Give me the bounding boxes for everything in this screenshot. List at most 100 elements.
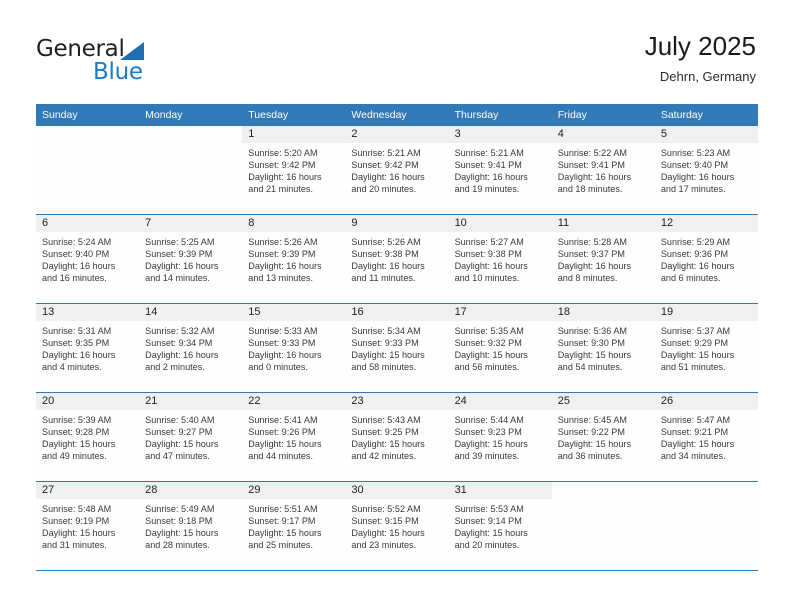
daylight-text-line1: Daylight: 15 hours	[454, 528, 528, 539]
daylight-text-line1: Daylight: 16 hours	[351, 172, 425, 183]
daylight-text-line1: Daylight: 16 hours	[248, 350, 322, 361]
calendar-day-cell[interactable]: 30 Sunrise: 5:52 AM Sunset: 9:15 PM Dayligh…	[345, 482, 449, 570]
calendar-day-cell[interactable]: 22 Sunrise: 5:41 AM Sunset: 9:26 PM Dayligh…	[242, 393, 346, 481]
day-number: 28	[139, 482, 243, 499]
sunset-text: Sunset: 9:38 PM	[351, 249, 419, 260]
calendar-day-cell[interactable]: 8 Sunrise: 5:26 AM Sunset: 9:39 PM Daylight…	[242, 215, 346, 303]
calendar-day-cell[interactable]: 27 Sunrise: 5:48 AM Sunset: 9:19 PM Dayligh…	[36, 482, 140, 570]
day-number: 23	[345, 393, 449, 410]
calendar-day-cell[interactable]: 28 Sunrise: 5:49 AM Sunset: 9:18 PM Dayligh…	[139, 482, 243, 570]
day-number: 24	[448, 393, 552, 410]
daylight-text-line1: Daylight: 16 hours	[351, 261, 425, 272]
calendar-day-cell[interactable]: 10 Sunrise: 5:27 AM Sunset: 9:38 PM Dayligh…	[448, 215, 552, 303]
sunrise-text: Sunrise: 5:21 AM	[454, 148, 524, 158]
sunset-text: Sunset: 9:33 PM	[351, 338, 419, 349]
daylight-text-line2: and 36 minutes.	[557, 451, 623, 462]
calendar-day-cell[interactable]: 31 Sunrise: 5:53 AM Sunset: 9:14 PM Dayligh…	[448, 482, 552, 570]
calendar-day-cell[interactable]: 19 Sunrise: 5:37 AM Sunset: 9:29 PM Dayligh…	[654, 304, 758, 392]
calendar-day-cell[interactable]: 24 Sunrise: 5:44 AM Sunset: 9:23 PM Dayligh…	[448, 393, 552, 481]
daylight-text-line1: Daylight: 15 hours	[248, 528, 322, 539]
day-number	[655, 482, 758, 499]
sunset-text: Sunset: 9:28 PM	[42, 427, 110, 438]
daylight-text-line2: and 21 minutes.	[248, 184, 313, 195]
weekday-header-monday: Monday	[139, 104, 243, 126]
day-details: Sunrise: 5:48 AM Sunset: 9:19 PM Daylight:…	[36, 499, 139, 551]
calendar-day-cell[interactable]: 13 Sunrise: 5:31 AM Sunset: 9:35 PM Dayligh…	[36, 304, 140, 392]
calendar-day-cell[interactable]: 3 Sunrise: 5:21 AM Sunset: 9:41 PM Daylight…	[448, 126, 552, 214]
day-number: 1	[242, 126, 346, 143]
day-details: Sunrise: 5:49 AM Sunset: 9:18 PM Daylight:…	[139, 499, 242, 551]
calendar-week-row: 20 Sunrise: 5:39 AM Sunset: 9:28 PM Dayligh…	[36, 393, 758, 482]
calendar-day-cell[interactable]: 23 Sunrise: 5:43 AM Sunset: 9:25 PM Dayligh…	[345, 393, 449, 481]
calendar-day-cell[interactable]: 1 Sunrise: 5:20 AM Sunset: 9:42 PM Daylight…	[242, 126, 346, 214]
daylight-text-line2: and 18 minutes.	[557, 184, 623, 195]
sunrise-text: Sunrise: 5:44 AM	[454, 415, 524, 425]
calendar-week-row: 27 Sunrise: 5:48 AM Sunset: 9:19 PM Dayligh…	[36, 482, 758, 571]
calendar-day-cell[interactable]: 9 Sunrise: 5:26 AM Sunset: 9:38 PM Daylight…	[345, 215, 449, 303]
calendar-day-cell[interactable]: 18 Sunrise: 5:36 AM Sunset: 9:30 PM Dayligh…	[551, 304, 655, 392]
calendar-day-cell[interactable]: 15 Sunrise: 5:33 AM Sunset: 9:33 PM Dayligh…	[242, 304, 346, 392]
calendar-day-cell-empty	[139, 126, 243, 214]
day-details	[655, 499, 758, 503]
sunrise-text: Sunrise: 5:52 AM	[351, 504, 421, 514]
sunset-text: Sunset: 9:14 PM	[454, 516, 522, 527]
day-number: 21	[139, 393, 243, 410]
day-details: Sunrise: 5:26 AM Sunset: 9:38 PM Daylight:…	[345, 232, 448, 284]
day-number: 12	[654, 215, 758, 232]
weekday-header-sunday: Sunday	[36, 104, 140, 126]
day-details	[139, 143, 242, 147]
calendar-day-cell[interactable]: 11 Sunrise: 5:28 AM Sunset: 9:37 PM Dayligh…	[551, 215, 655, 303]
daylight-text-line1: Daylight: 16 hours	[557, 172, 631, 183]
daylight-text-line2: and 34 minutes.	[660, 451, 726, 462]
daylight-text-line2: and 20 minutes.	[351, 184, 417, 195]
sunset-text: Sunset: 9:17 PM	[248, 516, 316, 527]
sunrise-text: Sunrise: 5:33 AM	[248, 326, 318, 336]
day-number: 29	[242, 482, 346, 499]
sunrise-text: Sunrise: 5:49 AM	[145, 504, 215, 514]
daylight-text-line2: and 44 minutes.	[248, 451, 313, 462]
day-number: 7	[139, 215, 243, 232]
calendar-day-cell[interactable]: 7 Sunrise: 5:25 AM Sunset: 9:39 PM Daylight…	[139, 215, 243, 303]
daylight-text-line1: Daylight: 16 hours	[660, 261, 735, 272]
calendar-day-cell[interactable]: 12 Sunrise: 5:29 AM Sunset: 9:36 PM Dayligh…	[654, 215, 758, 303]
sunset-text: Sunset: 9:22 PM	[557, 427, 625, 438]
daylight-text-line1: Daylight: 15 hours	[42, 528, 116, 539]
calendar-day-cell[interactable]: 16 Sunrise: 5:34 AM Sunset: 9:33 PM Dayligh…	[345, 304, 449, 392]
calendar-day-cell[interactable]: 25 Sunrise: 5:45 AM Sunset: 9:22 PM Dayligh…	[551, 393, 655, 481]
sunset-text: Sunset: 9:21 PM	[660, 427, 729, 438]
calendar-day-cell[interactable]: 5 Sunrise: 5:23 AM Sunset: 9:40 PM Daylight…	[654, 126, 758, 214]
daylight-text-line2: and 31 minutes.	[42, 540, 107, 551]
sunset-text: Sunset: 9:39 PM	[248, 249, 316, 260]
page-header: General Blue July 2025 Dehrn, Germany	[0, 0, 792, 104]
calendar-day-cell[interactable]: 20 Sunrise: 5:39 AM Sunset: 9:28 PM Dayligh…	[36, 393, 140, 481]
calendar-day-cell[interactable]: 14 Sunrise: 5:32 AM Sunset: 9:34 PM Dayligh…	[139, 304, 243, 392]
sunset-text: Sunset: 9:18 PM	[145, 516, 213, 527]
daylight-text-line2: and 23 minutes.	[351, 540, 417, 551]
daylight-text-line2: and 0 minutes.	[248, 362, 308, 373]
sunrise-text: Sunrise: 5:51 AM	[248, 504, 318, 514]
daylight-text-line1: Daylight: 15 hours	[660, 439, 735, 450]
day-details: Sunrise: 5:26 AM Sunset: 9:39 PM Daylight:…	[242, 232, 345, 284]
sunset-text: Sunset: 9:38 PM	[454, 249, 522, 260]
calendar-day-cell[interactable]: 29 Sunrise: 5:51 AM Sunset: 9:17 PM Dayligh…	[242, 482, 346, 570]
calendar-day-cell[interactable]: 4 Sunrise: 5:22 AM Sunset: 9:41 PM Daylight…	[551, 126, 655, 214]
daylight-text-line2: and 13 minutes.	[248, 273, 313, 284]
day-number: 27	[36, 482, 140, 499]
day-number: 13	[36, 304, 140, 321]
daylight-text-line2: and 19 minutes.	[454, 184, 520, 195]
daylight-text-line2: and 2 minutes.	[145, 362, 205, 373]
sunset-text: Sunset: 9:33 PM	[248, 338, 316, 349]
daylight-text-line1: Daylight: 16 hours	[145, 350, 219, 361]
calendar-day-cell[interactable]: 17 Sunrise: 5:35 AM Sunset: 9:32 PM Dayligh…	[448, 304, 552, 392]
calendar-day-cell[interactable]: 6 Sunrise: 5:24 AM Sunset: 9:40 PM Daylight…	[36, 215, 140, 303]
daylight-text-line1: Daylight: 15 hours	[351, 350, 425, 361]
calendar-day-cell[interactable]: 2 Sunrise: 5:21 AM Sunset: 9:42 PM Daylight…	[345, 126, 449, 214]
weekday-header-tuesday: Tuesday	[242, 104, 346, 126]
day-number: 17	[448, 304, 552, 321]
day-number: 14	[139, 304, 243, 321]
sunset-text: Sunset: 9:42 PM	[351, 160, 419, 171]
daylight-text-line2: and 51 minutes.	[660, 362, 726, 373]
sunset-text: Sunset: 9:34 PM	[145, 338, 213, 349]
calendar-day-cell[interactable]: 26 Sunrise: 5:47 AM Sunset: 9:21 PM Dayligh…	[654, 393, 758, 481]
calendar-day-cell[interactable]: 21 Sunrise: 5:40 AM Sunset: 9:27 PM Dayligh…	[139, 393, 243, 481]
